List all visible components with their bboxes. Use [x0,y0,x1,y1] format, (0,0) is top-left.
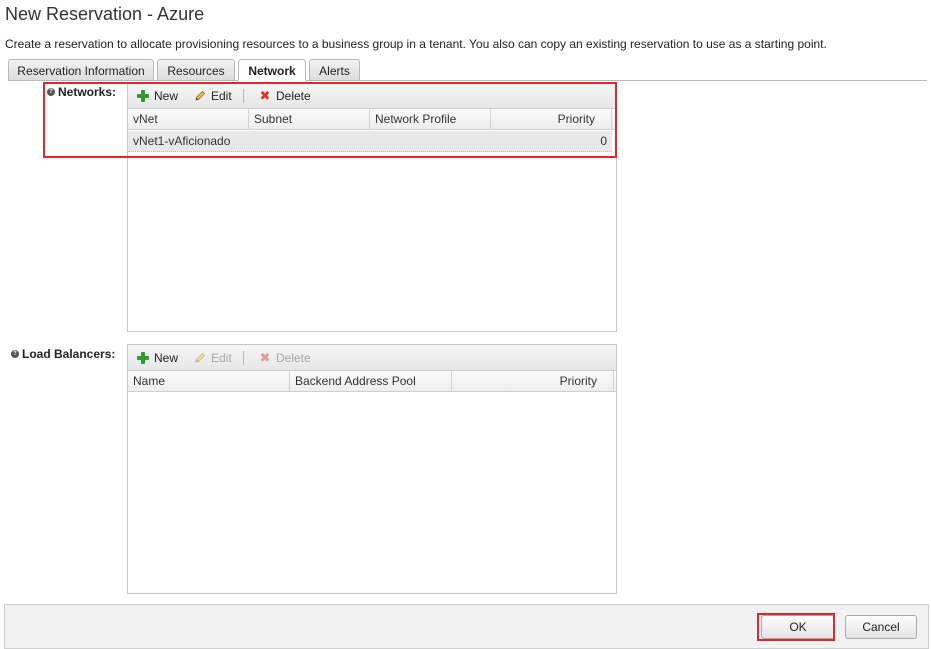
ok-highlight-box [757,613,835,641]
tab-network[interactable]: Network [238,59,306,82]
load-balancers-grid-header: Name Backend Address Pool Priority [128,371,616,392]
load-balancers-label-text: Load Balancers: [22,347,116,361]
column-header-priority[interactable]: Priority [452,371,614,392]
delete-icon: ✖ [259,350,271,365]
add-icon [137,352,149,364]
load-balancers-edit-button[interactable]: Edit [194,350,232,366]
pencil-icon [195,352,206,363]
tab-alerts[interactable]: Alerts [309,59,360,81]
page-title: New Reservation - Azure [5,4,205,24]
load-balancers-grid: New Edit ✖ Delete Name Backend Address P… [127,344,617,594]
load-balancers-new-button[interactable]: New [137,350,178,366]
help-icon[interactable]: ? [11,350,19,358]
load-balancers-delete-button[interactable]: ✖ Delete [259,350,311,366]
load-balancers-new-label: New [154,351,179,365]
cancel-button[interactable]: Cancel [845,615,917,639]
tab-reservation-information[interactable]: Reservation Information [8,59,154,81]
tab-divider [8,80,927,81]
networks-highlight-box [43,82,617,158]
load-balancers-label: ? Load Balancers: [11,347,115,361]
load-balancers-toolbar: New Edit ✖ Delete [128,345,616,371]
tab-resources[interactable]: Resources [157,59,235,81]
column-header-backend-address-pool[interactable]: Backend Address Pool [290,371,452,392]
column-header-name[interactable]: Name [128,371,290,392]
load-balancers-delete-label: Delete [276,351,311,365]
page-description: Create a reservation to allocate provisi… [5,37,827,51]
load-balancers-edit-label: Edit [211,351,232,365]
